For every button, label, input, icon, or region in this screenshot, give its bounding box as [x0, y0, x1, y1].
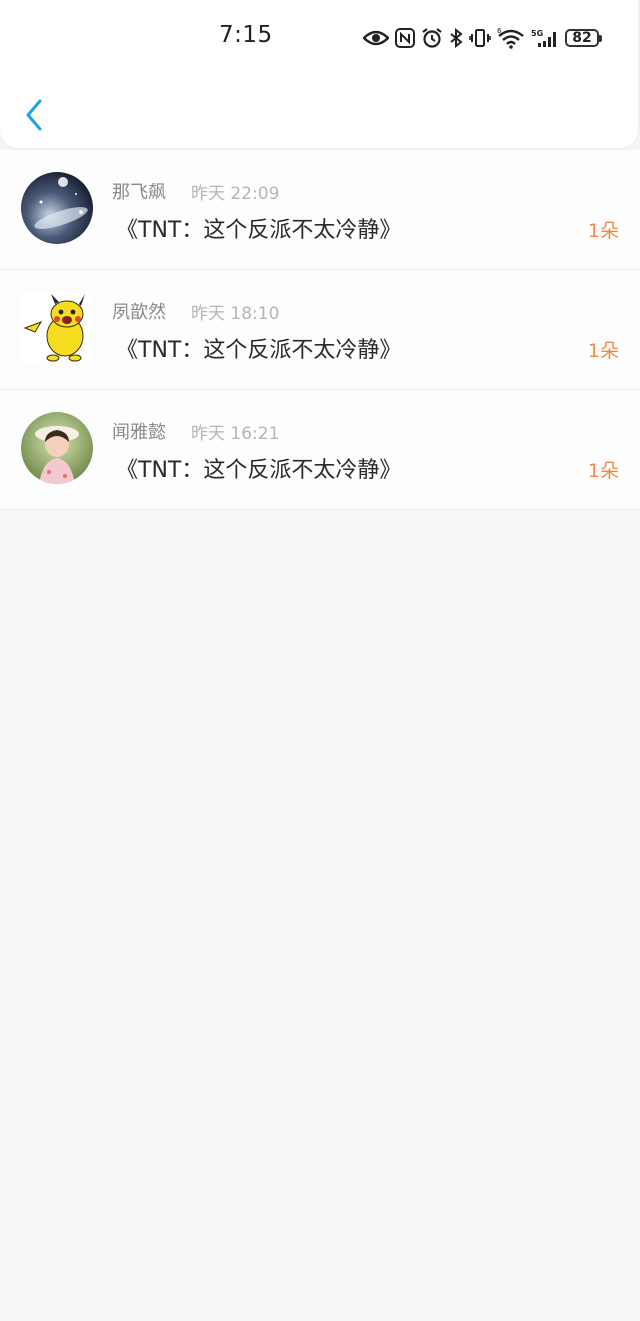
signal-icon: 5G	[531, 29, 556, 47]
space-avatar-icon	[21, 172, 93, 244]
back-button[interactable]	[18, 96, 50, 134]
status-icons: 6 5G 82	[363, 24, 602, 52]
flower-count: 1朵	[587, 460, 619, 482]
gift-list: 那飞飙 昨天 22:09 《TNT：这个反派不太冷静》 1朵 夙歆然 昨天 18…	[0, 150, 640, 510]
status-time: 7:15	[219, 22, 273, 48]
avatar[interactable]	[21, 412, 93, 484]
username: 夙歆然	[112, 302, 166, 323]
alarm-icon	[422, 28, 442, 48]
avatar[interactable]	[21, 292, 93, 364]
list-item[interactable]: 夙歆然 昨天 18:10 《TNT：这个反派不太冷静》 1朵	[0, 270, 640, 390]
header: 7:15 6 5G 82	[0, 0, 638, 148]
list-item[interactable]: 那飞飙 昨天 22:09 《TNT：这个反派不太冷静》 1朵	[0, 150, 640, 270]
book-title[interactable]: 《TNT：这个反派不太冷静》	[116, 332, 401, 364]
list-item[interactable]: 闻雅懿 昨天 16:21 《TNT：这个反派不太冷静》 1朵	[0, 390, 640, 510]
username: 闻雅懿	[112, 422, 166, 443]
svg-text:5G: 5G	[531, 29, 543, 38]
eye-icon	[363, 30, 389, 46]
wifi-icon: 6	[497, 27, 524, 49]
timestamp: 昨天 18:10	[191, 304, 280, 324]
girl-photo-avatar-icon	[21, 412, 93, 484]
chevron-left-icon	[26, 99, 42, 131]
vibrate-icon	[469, 29, 491, 47]
nfc-icon	[395, 28, 415, 48]
book-title[interactable]: 《TNT：这个反派不太冷静》	[116, 212, 401, 244]
pikachu-avatar-icon	[21, 292, 93, 364]
username: 那飞飙	[112, 182, 166, 203]
avatar[interactable]	[21, 172, 93, 244]
svg-text:6: 6	[497, 27, 502, 35]
timestamp: 昨天 22:09	[191, 184, 280, 204]
timestamp: 昨天 16:21	[191, 424, 280, 444]
bluetooth-icon	[450, 28, 463, 48]
battery-indicator: 82	[565, 29, 602, 47]
flower-count: 1朵	[587, 340, 619, 362]
book-title[interactable]: 《TNT：这个反派不太冷静》	[116, 452, 401, 484]
flower-count: 1朵	[587, 220, 619, 242]
